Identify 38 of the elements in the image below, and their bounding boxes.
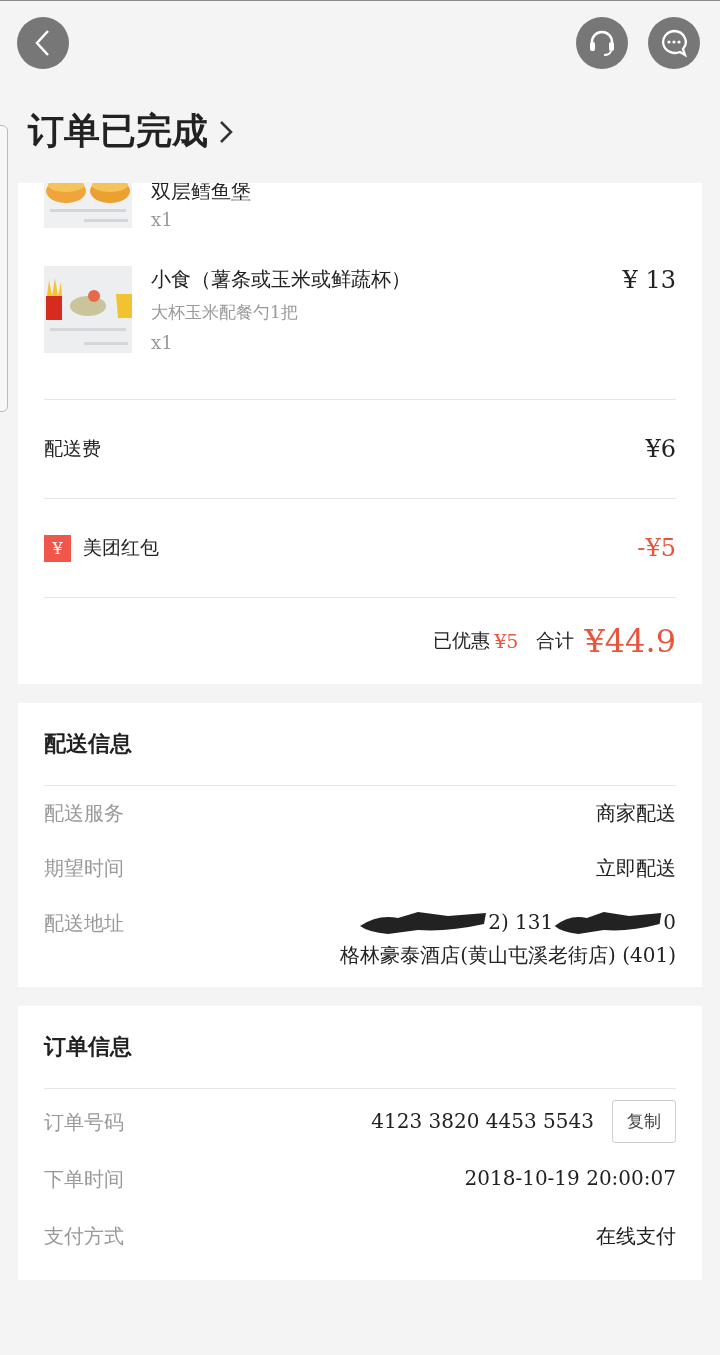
item-price: ¥ 13 — [622, 266, 676, 296]
field-value: 商家配送 — [595, 800, 676, 827]
field-label: 配送服务 — [44, 800, 124, 827]
item-quantity: x1 — [151, 332, 174, 353]
field-value: 立即配送 — [595, 855, 676, 882]
back-button[interactable] — [17, 17, 69, 69]
field-value: 在线支付 — [595, 1223, 676, 1250]
headset-icon — [587, 28, 617, 58]
fee-amount: ¥6 — [645, 435, 676, 463]
field-label: 支付方式 — [44, 1223, 124, 1250]
coupon-badge: ¥ — [44, 534, 71, 562]
message-button[interactable] — [648, 17, 700, 69]
section-title: 配送信息 — [44, 703, 676, 786]
chevron-right-icon[interactable] — [218, 118, 234, 145]
order-status-title[interactable]: 订单已完成 — [28, 107, 208, 156]
item-quantity: x1 — [151, 209, 174, 230]
field-value: 4123 3820 4453 5543 — [370, 1109, 594, 1133]
field-label: 订单号码 — [44, 1109, 124, 1136]
fee-label: 配送费 — [44, 436, 102, 461]
address-text: 格林豪泰酒店(黄山屯溪老街店) (401) — [340, 942, 676, 969]
total-amount: ¥44.9 — [584, 622, 676, 660]
discount-amount: ¥5 — [494, 630, 519, 652]
customer-service-button[interactable] — [576, 17, 628, 69]
field-label: 期望时间 — [44, 855, 124, 882]
discount-label: 已优惠 — [433, 628, 491, 653]
contact-text: 0 — [663, 910, 676, 934]
item-name: 小食（薯条或玉米或鲜蔬杯） — [151, 266, 412, 293]
fee-amount: -¥5 — [637, 534, 676, 562]
item-note: 大杯玉米配餐勺1把 — [151, 301, 299, 324]
fee-label: 美团红包 — [83, 535, 160, 560]
field-label: 配送地址 — [44, 910, 124, 937]
field-value: 2018-10-19 20:00:07 — [463, 1166, 676, 1190]
field-label: 下单时间 — [44, 1166, 124, 1193]
chat-bubble-icon — [659, 28, 689, 58]
contact-text: 2) 131 — [488, 910, 554, 934]
section-title: 订单信息 — [44, 1006, 676, 1089]
total-label: 合计 — [536, 628, 575, 653]
copy-button[interactable]: 复制 — [612, 1099, 676, 1143]
